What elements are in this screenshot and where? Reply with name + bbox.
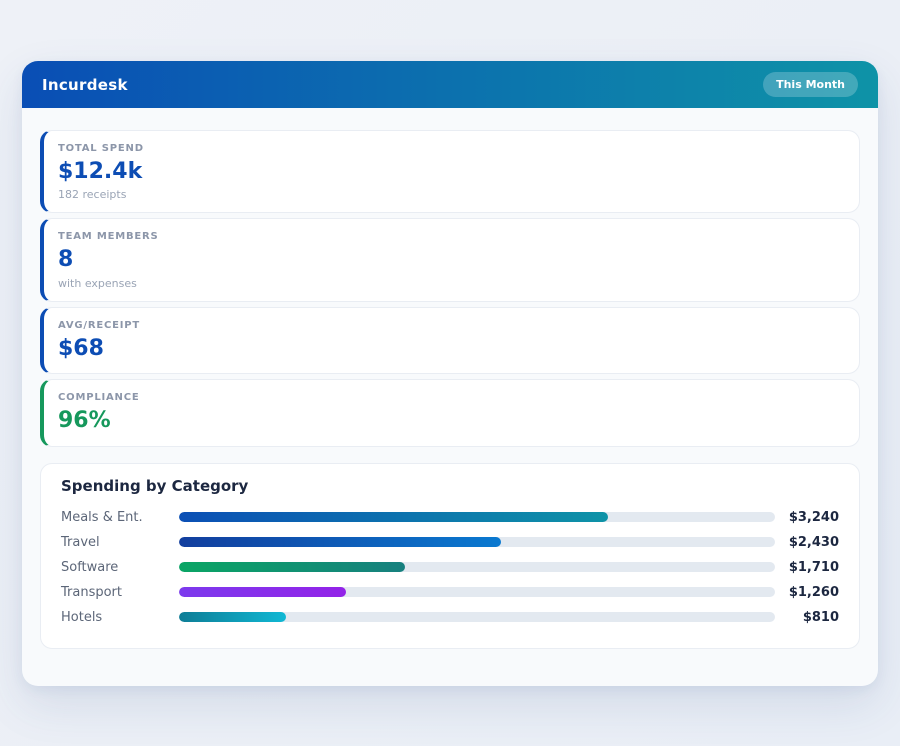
category-value: $1,710	[775, 560, 839, 575]
category-label: Software	[61, 560, 179, 575]
category-label: Meals & Ent.	[61, 510, 179, 525]
chart-row: Software $1,710	[61, 555, 839, 580]
stat-label: COMPLIANCE	[58, 392, 845, 403]
bar-track	[179, 537, 775, 547]
bar-fill	[179, 537, 501, 547]
category-value: $3,240	[775, 510, 839, 525]
period-filter-pill[interactable]: This Month	[763, 72, 858, 97]
stat-label: TEAM MEMBERS	[58, 231, 845, 242]
app-container: Incurdesk This Month TOTAL SPEND $12.4k …	[22, 61, 878, 686]
bar-fill	[179, 512, 608, 522]
bar-fill	[179, 562, 405, 572]
chart-row: Hotels $810	[61, 605, 839, 630]
bar-track	[179, 562, 775, 572]
chart-row: Travel $2,430	[61, 530, 839, 555]
stat-card: TOTAL SPEND $12.4k 182 receipts	[40, 130, 860, 213]
category-label: Travel	[61, 535, 179, 550]
spending-chart-card: Spending by Category Meals & Ent. $3,240…	[40, 463, 860, 649]
bar-track	[179, 612, 775, 622]
chart-row: Meals & Ent. $3,240	[61, 505, 839, 530]
stats-list: TOTAL SPEND $12.4k 182 receipts TEAM MEM…	[40, 130, 860, 447]
category-label: Transport	[61, 585, 179, 600]
bar-track	[179, 512, 775, 522]
category-label: Hotels	[61, 610, 179, 625]
bar-track	[179, 587, 775, 597]
stat-subtext: with expenses	[58, 277, 845, 290]
category-value: $1,260	[775, 585, 839, 600]
stat-card: TEAM MEMBERS 8 with expenses	[40, 218, 860, 301]
stat-label: TOTAL SPEND	[58, 143, 845, 154]
bar-fill	[179, 612, 286, 622]
stat-subtext: 182 receipts	[58, 188, 845, 201]
stat-card: COMPLIANCE 96%	[40, 379, 860, 446]
stat-value: $12.4k	[58, 159, 845, 185]
app-header: Incurdesk This Month	[22, 61, 878, 108]
content-area: TOTAL SPEND $12.4k 182 receipts TEAM MEM…	[22, 108, 878, 649]
category-value: $810	[775, 610, 839, 625]
stat-card: AVG/RECEIPT $68	[40, 307, 860, 374]
category-value: $2,430	[775, 535, 839, 550]
stat-value: $68	[58, 336, 845, 362]
chart-row: Transport $1,260	[61, 580, 839, 605]
chart-title: Spending by Category	[61, 477, 839, 495]
app-title: Incurdesk	[42, 76, 128, 94]
stat-value: 96%	[58, 408, 845, 434]
bar-fill	[179, 587, 346, 597]
stat-value: 8	[58, 247, 845, 273]
stat-label: AVG/RECEIPT	[58, 320, 845, 331]
chart-rows: Meals & Ent. $3,240 Travel $2,430 Softwa…	[61, 505, 839, 630]
